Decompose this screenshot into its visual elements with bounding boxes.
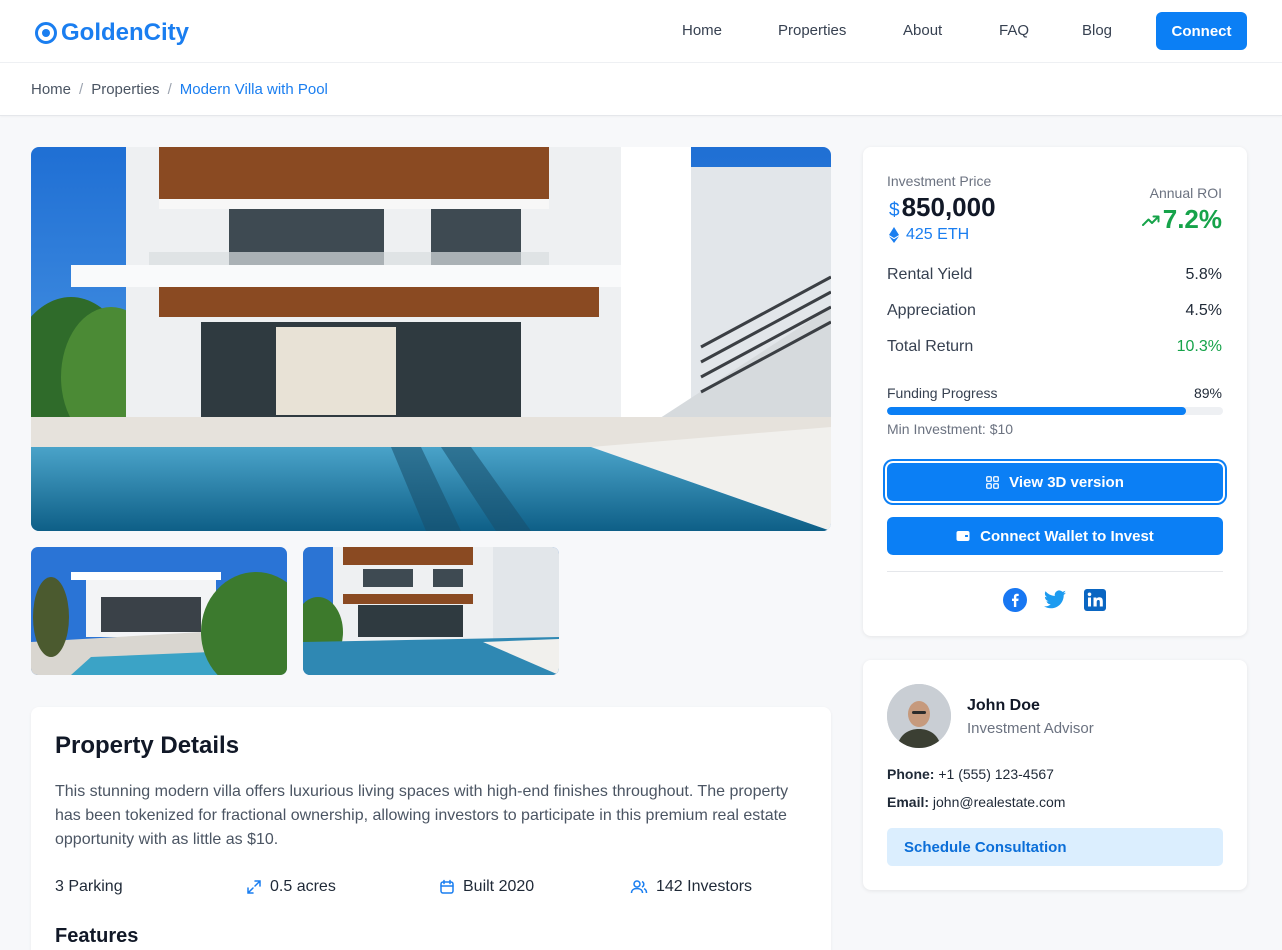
funding-progress-fill bbox=[887, 407, 1187, 415]
view-3d-label: View 3D version bbox=[1009, 473, 1124, 491]
funding-progress-bar bbox=[887, 407, 1223, 415]
brand-logo[interactable]: GoldenCity bbox=[35, 19, 189, 47]
twitter-icon[interactable] bbox=[1043, 588, 1067, 612]
property-details-title: Property Details bbox=[55, 732, 240, 759]
rental-yield-label: Rental Yield bbox=[887, 266, 973, 283]
top-nav-bar: GoldenCity Home Properties About FAQ Blo… bbox=[0, 0, 1282, 63]
advisor-role: Investment Advisor bbox=[967, 720, 1094, 737]
fact-investors-text: 142 Investors bbox=[656, 878, 753, 895]
villa-pool-photo bbox=[31, 147, 831, 531]
fact-parking: 3 Parking bbox=[55, 878, 123, 896]
phone-label: Phone: bbox=[887, 766, 935, 782]
funding-progress-value: 89% bbox=[1193, 385, 1222, 401]
advisor-email: Email: john@realestate.com bbox=[887, 794, 1065, 810]
brand-name: GoldenCity bbox=[61, 19, 190, 46]
fact-area: 0.5 acres bbox=[246, 878, 336, 896]
appreciation-value: 4.5% bbox=[1185, 302, 1222, 319]
thumbnail-2[interactable] bbox=[303, 547, 559, 675]
nav-properties[interactable]: Properties bbox=[778, 22, 846, 39]
advisor-name: John Doe bbox=[967, 697, 1040, 714]
total-return-value: 10.3% bbox=[1176, 338, 1222, 355]
investment-price: $ 850,000 bbox=[889, 192, 996, 223]
min-investment: Min Investment: $10 bbox=[887, 421, 1014, 437]
villa-pool-thumb-photo bbox=[303, 547, 559, 675]
view-3d-button[interactable]: View 3D version bbox=[887, 463, 1223, 501]
investment-price-label: Investment Price bbox=[887, 173, 992, 189]
avatar bbox=[887, 684, 951, 748]
funding-progress-label: Funding Progress bbox=[887, 385, 998, 401]
appreciation-label: Appreciation bbox=[887, 302, 976, 319]
advisor-photo bbox=[887, 684, 951, 748]
advisor-phone: Phone: +1 (555) 123-4567 bbox=[887, 766, 1054, 782]
connect-wallet-button[interactable]: Connect Wallet to Invest bbox=[887, 517, 1223, 555]
fact-area-text: 0.5 acres bbox=[270, 878, 336, 895]
fact-parking-text: 3 Parking bbox=[55, 878, 123, 895]
trending-up-icon bbox=[1141, 215, 1160, 226]
annual-roi-label: Annual ROI bbox=[1149, 185, 1222, 201]
breadcrumb-current: Modern Villa with Pool bbox=[179, 81, 328, 98]
breadcrumb: Home / Properties / Modern Villa with Po… bbox=[31, 81, 328, 98]
features-title: Features bbox=[55, 925, 139, 947]
logo-ring-icon bbox=[35, 22, 57, 44]
annual-roi: 7.2% bbox=[1141, 204, 1222, 235]
phone-value[interactable]: +1 (555) 123-4567 bbox=[938, 766, 1054, 782]
expand-icon bbox=[247, 880, 261, 894]
villa-side-photo bbox=[31, 547, 287, 675]
fact-built-text: Built 2020 bbox=[463, 878, 535, 895]
wallet-icon bbox=[956, 531, 970, 541]
breadcrumb-separator: / bbox=[167, 81, 172, 98]
rental-yield-value: 5.8% bbox=[1185, 266, 1222, 283]
breadcrumb-separator: / bbox=[79, 81, 84, 98]
property-description: This stunning modern villa offers luxuri… bbox=[55, 783, 789, 848]
users-icon bbox=[630, 880, 648, 894]
advisor-card: John Doe Investment Advisor Phone: +1 (5… bbox=[863, 660, 1247, 890]
grid-icon bbox=[986, 475, 1000, 489]
breadcrumb-properties[interactable]: Properties bbox=[91, 81, 159, 98]
facebook-icon[interactable] bbox=[1003, 588, 1027, 612]
email-label: Email: bbox=[887, 794, 930, 810]
fact-investors: 142 Investors bbox=[630, 878, 752, 896]
investment-price-value: 850,000 bbox=[901, 192, 996, 222]
breadcrumb-home[interactable]: Home bbox=[31, 81, 71, 98]
annual-roi-value: 7.2% bbox=[1162, 204, 1222, 234]
total-return-label: Total Return bbox=[887, 338, 974, 355]
email-value[interactable]: john@realestate.com bbox=[933, 794, 1066, 810]
nav-faq[interactable]: FAQ bbox=[999, 22, 1029, 39]
property-details-card: Property Details This stunning modern vi… bbox=[31, 707, 831, 950]
nav-blog[interactable]: Blog bbox=[1082, 22, 1112, 39]
divider bbox=[887, 571, 1223, 572]
main-property-image[interactable] bbox=[31, 147, 831, 531]
eth-price: 425 ETH bbox=[889, 226, 969, 244]
connect-wallet-label: Connect Wallet to Invest bbox=[980, 527, 1154, 545]
ethereum-icon bbox=[889, 227, 899, 243]
breadcrumb-bar: Home / Properties / Modern Villa with Po… bbox=[0, 63, 1282, 116]
nav-home[interactable]: Home bbox=[682, 22, 722, 39]
calendar-icon bbox=[440, 879, 454, 894]
thumbnail-1[interactable] bbox=[31, 547, 287, 675]
eth-price-value: 425 ETH bbox=[906, 226, 970, 243]
nav-about[interactable]: About bbox=[903, 22, 942, 39]
connect-button[interactable]: Connect bbox=[1156, 12, 1247, 50]
investment-card: Investment Price $ 850,000 425 ETH Annua… bbox=[863, 147, 1247, 636]
fact-built: Built 2020 bbox=[439, 878, 534, 896]
currency-symbol: $ bbox=[889, 200, 900, 221]
linkedin-icon[interactable] bbox=[1083, 588, 1107, 612]
schedule-consultation-button[interactable]: Schedule Consultation bbox=[887, 828, 1223, 866]
